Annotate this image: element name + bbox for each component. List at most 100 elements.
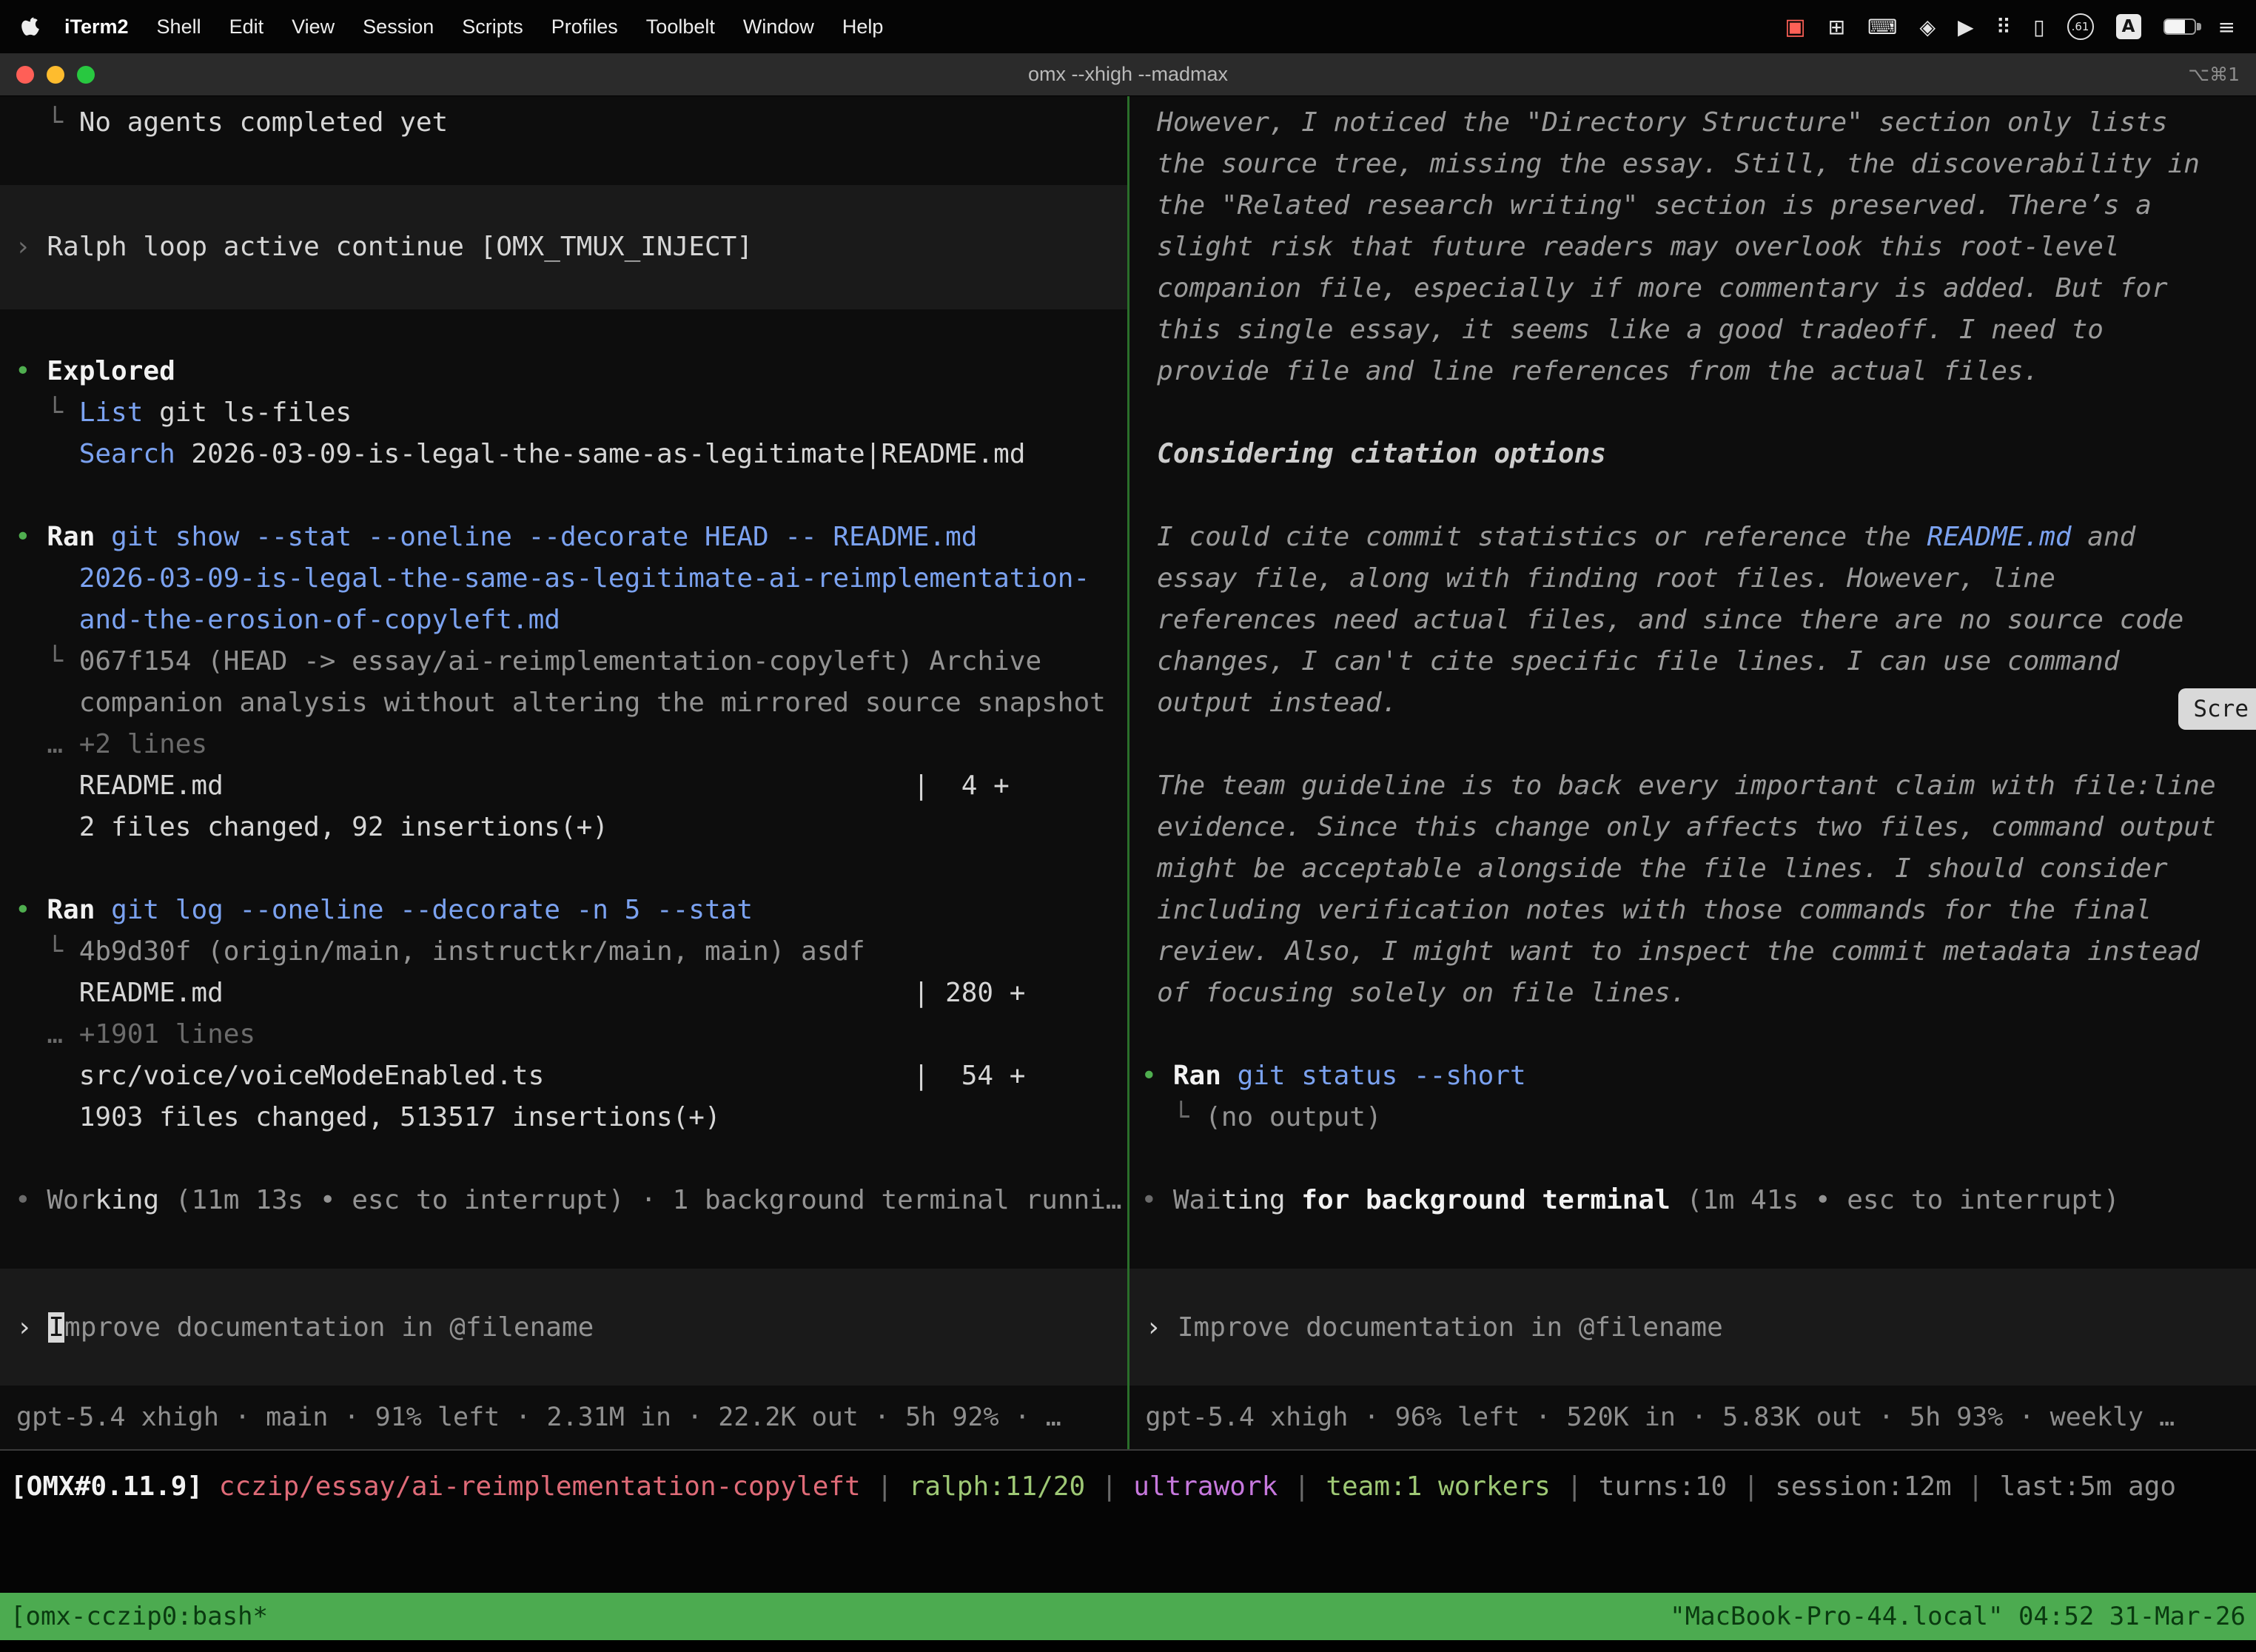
tmux-session-label[interactable]: [omx-cczip0:bash* bbox=[10, 1602, 268, 1631]
menu-item-shell[interactable]: Shell bbox=[143, 16, 215, 38]
terminal-line bbox=[1129, 724, 2256, 765]
terminal-panes: └ No agents completed yet › Ralph loop a… bbox=[0, 96, 2256, 1449]
left-prompt-input[interactable]: › Improve documentation in @filename bbox=[0, 1269, 1127, 1386]
terminal-line: • Waiting for background terminal (1m 41… bbox=[1129, 1180, 2256, 1221]
cpu-gauge-icon[interactable]: .61 bbox=[2067, 13, 2094, 40]
right-terminal-pane[interactable]: However, I noticed the "Directory Struct… bbox=[1129, 96, 2256, 1449]
terminal-line: evidence. Since this change only affects… bbox=[1129, 807, 2256, 848]
terminal-line bbox=[1129, 1014, 2256, 1055]
window-title-bar[interactable]: omx --xhigh --madmax ⌥⌘1 bbox=[0, 53, 2256, 96]
terminal-line: └ 4b9d30f (origin/main, instructkr/main,… bbox=[0, 931, 1127, 973]
side-tooltip[interactable]: Scre bbox=[2178, 688, 2256, 730]
keyboard-icon[interactable]: ⌨ bbox=[1867, 15, 1897, 39]
screen-recording-icon[interactable]: ▣ bbox=[1785, 14, 1805, 40]
terminal-line bbox=[0, 475, 1127, 517]
terminal-line bbox=[0, 144, 1127, 185]
menu-item-scripts[interactable]: Scripts bbox=[448, 16, 537, 38]
terminal-line: … +1901 lines bbox=[0, 1014, 1127, 1055]
terminal-line: 2 files changed, 92 insertions(+) bbox=[0, 807, 1127, 848]
right-scrollback[interactable]: However, I noticed the "Directory Struct… bbox=[1129, 96, 2256, 1269]
terminal-line: the source tree, missing the essay. Stil… bbox=[1129, 144, 2256, 185]
menu-item-session[interactable]: Session bbox=[349, 16, 448, 38]
terminal-line: README.md | 4 + bbox=[0, 765, 1127, 807]
phone-icon[interactable]: ▯ bbox=[2033, 15, 2044, 39]
terminal-line: slight risk that future readers may over… bbox=[1129, 226, 2256, 268]
terminal-line: the "Related research writing" section i… bbox=[1129, 185, 2256, 226]
terminal-line: might be acceptable alongside the file l… bbox=[1129, 848, 2256, 890]
text-cursor: I bbox=[48, 1312, 64, 1343]
menu-item-view[interactable]: View bbox=[278, 16, 349, 38]
terminal-line: review. Also, I might want to inspect th… bbox=[1129, 931, 2256, 973]
inject-banner: › Ralph loop active continue [OMX_TMUX_I… bbox=[0, 185, 1127, 309]
terminal-line bbox=[0, 1138, 1127, 1180]
terminal-line: • Ran git show --stat --oneline --decora… bbox=[0, 517, 1127, 558]
window-grid-icon[interactable]: ⊞ bbox=[1828, 15, 1845, 39]
terminal-line: └ List git ls-files bbox=[0, 392, 1127, 434]
terminal-line bbox=[0, 848, 1127, 890]
terminal-line: Search 2026-03-09-is-legal-the-same-as-l… bbox=[0, 434, 1127, 475]
terminal-line bbox=[1129, 1138, 2256, 1180]
right-prompt-input[interactable]: › Improve documentation in @filename bbox=[1129, 1269, 2256, 1386]
left-scrollback[interactable]: └ No agents completed yet › Ralph loop a… bbox=[0, 96, 1127, 1269]
macos-menu-bar: iTerm2ShellEditViewSessionScriptsProfile… bbox=[0, 0, 2256, 53]
terminal-line: … +2 lines bbox=[0, 724, 1127, 765]
terminal-line: README.md | 280 + bbox=[0, 973, 1127, 1014]
terminal-line: including verification notes with those … bbox=[1129, 890, 2256, 931]
terminal-line: Considering citation options bbox=[1129, 434, 2256, 475]
menu-item-toolbelt[interactable]: Toolbelt bbox=[632, 16, 729, 38]
bottom-gap bbox=[0, 1640, 2256, 1652]
terminal-line: and-the-erosion-of-copyleft.md bbox=[0, 600, 1127, 641]
terminal-line: 2026-03-09-is-legal-the-same-as-legitima… bbox=[0, 558, 1127, 600]
left-terminal-pane[interactable]: └ No agents completed yet › Ralph loop a… bbox=[0, 96, 1127, 1449]
terminal-line: companion file, especially if more comme… bbox=[1129, 268, 2256, 309]
apple-menu-icon[interactable] bbox=[21, 16, 40, 38]
terminal-line: └ 067f154 (HEAD -> essay/ai-reimplementa… bbox=[0, 641, 1127, 682]
tmux-status-bar: [omx-cczip0:bash* "MacBook-Pro-44.local"… bbox=[0, 1593, 2256, 1640]
window-shortcut-badge: ⌥⌘1 bbox=[2188, 64, 2240, 85]
omx-status-line: [OMX#0.11.9] cczip/essay/ai-reimplementa… bbox=[10, 1471, 2246, 1502]
terminal-line: I could cite commit statistics or refere… bbox=[1129, 517, 2256, 558]
left-model-status-line: gpt-5.4 xhigh · main · 91% left · 2.31M … bbox=[0, 1386, 1127, 1449]
prompt-placeholder: Improve documentation in @filename bbox=[1178, 1312, 1723, 1343]
menu-item-help[interactable]: Help bbox=[828, 16, 898, 38]
terminal-line: 1903 files changed, 513517 insertions(+) bbox=[0, 1097, 1127, 1138]
terminal-line: essay file, along with finding root file… bbox=[1129, 558, 2256, 600]
menu-status-icons: ▣ ⊞ ⌨ ◈ ▶ ⠿ ▯ .61 A ≡ bbox=[1785, 13, 2235, 40]
terminal-line: provide file and line references from th… bbox=[1129, 351, 2256, 392]
terminal-line bbox=[1129, 475, 2256, 517]
window-title: omx --xhigh --madmax bbox=[0, 63, 2256, 86]
menu-extra-icon[interactable]: ≡ bbox=[2218, 15, 2235, 39]
terminal-line: references need actual files, and since … bbox=[1129, 600, 2256, 641]
menu-item-profiles[interactable]: Profiles bbox=[537, 16, 632, 38]
terminal-line: • Ran git status --short bbox=[1129, 1055, 2256, 1097]
menu-item-iterm2[interactable]: iTerm2 bbox=[50, 16, 143, 38]
app-grid-icon[interactable]: ⠿ bbox=[1996, 15, 2012, 39]
terminal-line bbox=[1129, 392, 2256, 434]
terminal-line: └ No agents completed yet bbox=[0, 102, 1127, 144]
prompt-placeholder: mprove documentation in @filename bbox=[64, 1312, 594, 1343]
terminal-line: this single essay, it seems like a good … bbox=[1129, 309, 2256, 351]
tmux-host-clock: "MacBook-Pro-44.local" 04:52 31-Mar-26 bbox=[1670, 1602, 2246, 1631]
menu-items: iTerm2ShellEditViewSessionScriptsProfile… bbox=[50, 16, 897, 38]
terminal-line: • Explored bbox=[0, 351, 1127, 392]
terminal-line: However, I noticed the "Directory Struct… bbox=[1129, 102, 2256, 144]
terminal-line bbox=[0, 309, 1127, 351]
terminal-line: output instead. bbox=[1129, 682, 2256, 724]
input-source-icon[interactable]: A bbox=[2116, 14, 2141, 39]
play-icon[interactable]: ▶ bbox=[1958, 15, 1974, 39]
terminal-line: • Ran git log --oneline --decorate -n 5 … bbox=[0, 890, 1127, 931]
terminal-line: └ (no output) bbox=[1129, 1097, 2256, 1138]
prompt-chevron-icon: › bbox=[1146, 1312, 1178, 1343]
terminal-line: of focusing solely on file lines. bbox=[1129, 973, 2256, 1014]
menu-item-edit[interactable]: Edit bbox=[215, 16, 278, 38]
terminal-line: • Working (11m 13s • esc to interrupt) ·… bbox=[0, 1180, 1127, 1221]
menu-item-window[interactable]: Window bbox=[729, 16, 828, 38]
battery-icon[interactable] bbox=[2163, 19, 2196, 35]
terminal-line: The team guideline is to back every impo… bbox=[1129, 765, 2256, 807]
terminal-line: companion analysis without altering the … bbox=[0, 682, 1127, 724]
prompt-chevron-icon: › bbox=[16, 1312, 48, 1343]
terminal-line: src/voice/voiceModeEnabled.ts | 54 + bbox=[0, 1055, 1127, 1097]
terminal-line: changes, I can't cite specific file line… bbox=[1129, 641, 2256, 682]
shield-icon[interactable]: ◈ bbox=[1920, 15, 1936, 39]
omx-status-bar: [OMX#0.11.9] cczip/essay/ai-reimplementa… bbox=[0, 1449, 2256, 1593]
